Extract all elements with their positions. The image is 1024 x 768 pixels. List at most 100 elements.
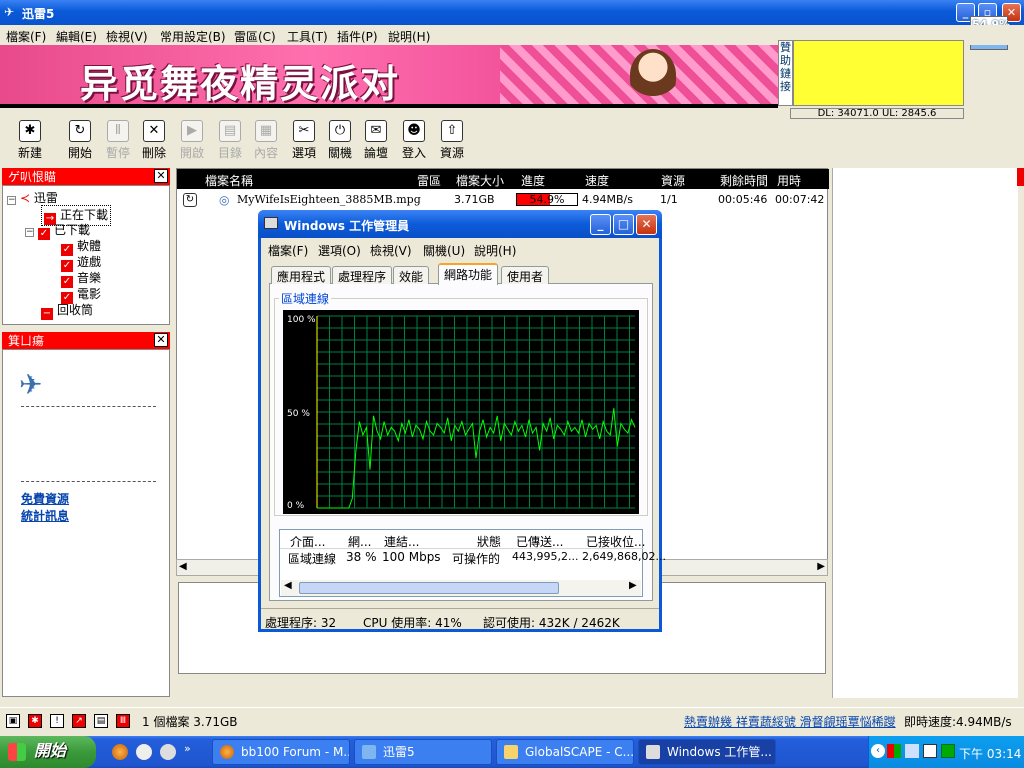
- tab-processes[interactable]: 處理程序: [332, 266, 393, 284]
- toolbar-button-delete[interactable]: ✕ 刪除: [134, 120, 174, 161]
- graph-y-label: 100 %: [287, 315, 316, 325]
- collapse-icon[interactable]: −: [25, 228, 34, 237]
- firefox-quicklaunch-icon[interactable]: [112, 744, 128, 760]
- tm-menu-help[interactable]: 說明(H): [474, 242, 516, 259]
- menu-edit[interactable]: 編輯(E): [56, 28, 97, 45]
- menu-settings[interactable]: 常用設定(B): [160, 28, 226, 45]
- toolbar-button-folder[interactable]: ▤ 目錄: [210, 120, 250, 161]
- status-icon-4[interactable]: ↗: [72, 714, 86, 728]
- menu-plugins[interactable]: 插件(P): [337, 28, 378, 45]
- ad-banner[interactable]: 异觅舞夜精灵派对: [0, 45, 778, 108]
- net-table-scrollbar[interactable]: ◀ ▶: [281, 580, 641, 596]
- start-button[interactable]: 開始: [0, 736, 96, 768]
- toolbar-button-login[interactable]: ☻ 登入: [394, 120, 434, 161]
- tm-maximize-button[interactable]: □: [613, 214, 634, 235]
- menu-view[interactable]: 檢視(V): [106, 28, 148, 45]
- task-label: GlobalSCAPE - C...: [525, 745, 634, 759]
- thunder-icon: ≺: [20, 191, 31, 205]
- scroll-right-icon[interactable]: ▶: [817, 561, 825, 572]
- tray-network-icon[interactable]: [905, 744, 919, 758]
- scroll-left-icon[interactable]: ◀: [179, 561, 187, 572]
- tm-menu-options[interactable]: 選項(O): [318, 242, 361, 259]
- close-panel-icon[interactable]: ✕: [154, 333, 168, 347]
- cell-filename: MyWifeIsEighteen_3885MB.mpg: [237, 193, 421, 206]
- scroll-left-icon[interactable]: ◀: [284, 580, 292, 591]
- col-sources[interactable]: 資源: [661, 172, 685, 189]
- toolbar-button-start[interactable]: ↻ 開始: [60, 120, 100, 161]
- task-manager-icon: [646, 745, 660, 759]
- toolbar-button-resource[interactable]: ⇧ 資源: [432, 120, 472, 161]
- col-remaining[interactable]: 剩餘時間: [720, 172, 768, 189]
- tray-expand-icon[interactable]: ‹: [871, 744, 885, 758]
- tab-networking[interactable]: 網路功能: [438, 263, 499, 285]
- quicklaunch-icon-2[interactable]: [136, 744, 152, 760]
- status-icon-1[interactable]: ▣: [6, 714, 20, 728]
- tab-users[interactable]: 使用者: [501, 266, 550, 284]
- status-icon-3[interactable]: !: [50, 714, 64, 728]
- delete-icon: ✕: [143, 120, 165, 142]
- menu-zone[interactable]: 雷區(C): [234, 28, 276, 45]
- menu-file[interactable]: 檔案(F): [6, 28, 46, 45]
- toolbar-button-properties[interactable]: ▦ 內容: [246, 120, 286, 161]
- tab-performance[interactable]: 效能: [393, 266, 430, 284]
- scroll-right-icon[interactable]: ▶: [629, 580, 637, 591]
- tree-label: 正在下載: [60, 208, 109, 222]
- network-utilization-graph: 100 % 50 % 0 %: [283, 310, 639, 514]
- tm-menu-view[interactable]: 檢視(V): [370, 242, 412, 259]
- toolbar-button-label: 目錄: [217, 146, 242, 160]
- thunder-logo-icon: ✈: [19, 368, 43, 401]
- status-ad-link[interactable]: 熱賣辦幾 祥賣蔬綏號 滑督覦瑶覃悩稀躞: [684, 713, 896, 730]
- task-manager-title-bar[interactable]: Windows 工作管理員 _ □ ✕: [258, 210, 662, 238]
- status-icon-2[interactable]: ✱: [28, 714, 42, 728]
- taskbar-item-firefox[interactable]: bb100 Forum - M...: [212, 739, 350, 765]
- quicklaunch-more-icon[interactable]: »: [184, 742, 191, 755]
- toolbar-button-label: 論壇: [363, 146, 388, 160]
- tm-menu-shutdown[interactable]: 關機(U): [423, 242, 465, 259]
- pause-icon: Ⅱ: [107, 120, 129, 142]
- close-panel-icon[interactable]: ✕: [154, 169, 168, 183]
- col-progress[interactable]: 進度: [521, 172, 545, 189]
- toolbar-button-label: 新建: [17, 146, 42, 160]
- menu-help[interactable]: 說明(H): [388, 28, 430, 45]
- taskbar-item-task-manager[interactable]: Windows 工作管...: [638, 739, 776, 765]
- free-resources-link[interactable]: 免費資源: [21, 490, 69, 507]
- tray-icon-3[interactable]: [923, 744, 937, 758]
- tm-menu-file[interactable]: 檔案(F): [268, 242, 308, 259]
- net-cell-link-speed: 100 Mbps: [382, 550, 441, 564]
- tm-close-button[interactable]: ✕: [636, 214, 657, 235]
- toolbar-button-forum[interactable]: ✉ 論壇: [356, 120, 396, 161]
- cell-size: 3.71GB: [454, 193, 495, 206]
- toolbar-button-open[interactable]: ▶ 開啟: [172, 120, 212, 161]
- sponsor-ad-box[interactable]: [793, 40, 964, 106]
- right-pane: [832, 168, 1018, 698]
- tree-item-thunder[interactable]: − ≺ 迅雷: [7, 189, 58, 206]
- col-elapsed[interactable]: 用時: [777, 172, 801, 189]
- new-icon: ✱: [19, 120, 41, 142]
- statistics-link[interactable]: 統計訊息: [21, 507, 69, 524]
- media-player-quicklaunch-icon[interactable]: [160, 744, 176, 760]
- taskbar-item-globalscape[interactable]: GlobalSCAPE - C...: [496, 739, 634, 765]
- scroll-thumb[interactable]: [299, 582, 559, 594]
- col-filename[interactable]: 檔案名稱: [205, 172, 253, 189]
- col-zone[interactable]: 雷區: [417, 172, 441, 189]
- toolbar-button-options[interactable]: ✂ 選項: [284, 120, 324, 161]
- tm-minimize-button[interactable]: _: [590, 214, 611, 235]
- status-icon-5[interactable]: ▤: [94, 714, 108, 728]
- tm-status-commit: 認可使用: 432K / 2462K: [483, 616, 620, 630]
- tree-item-recycle-bin[interactable]: − 回收筒: [41, 301, 93, 320]
- tray-task-manager-icon[interactable]: [941, 744, 955, 758]
- clock[interactable]: 下午 03:14: [959, 745, 1021, 762]
- tray-icon-1[interactable]: [887, 744, 901, 758]
- taskbar-item-thunder[interactable]: 迅雷5: [354, 739, 492, 765]
- col-size[interactable]: 檔案大小: [456, 172, 504, 189]
- toolbar-button-pause[interactable]: Ⅱ 暫停: [98, 120, 138, 161]
- toolbar-button-shutdown[interactable]: ⏻ 關機: [320, 120, 360, 161]
- status-icon-6[interactable]: Ⅲ: [116, 714, 130, 728]
- toolbar-button-new[interactable]: ✱ 新建: [10, 120, 50, 161]
- firefox-icon: [220, 745, 234, 759]
- col-speed[interactable]: 速度: [585, 172, 609, 189]
- menu-tools[interactable]: 工具(T): [287, 28, 328, 45]
- tab-applications[interactable]: 應用程式: [271, 266, 332, 284]
- collapse-icon[interactable]: −: [7, 196, 16, 205]
- info-panel-header: 箕ㄩ瘍 ✕: [2, 332, 170, 350]
